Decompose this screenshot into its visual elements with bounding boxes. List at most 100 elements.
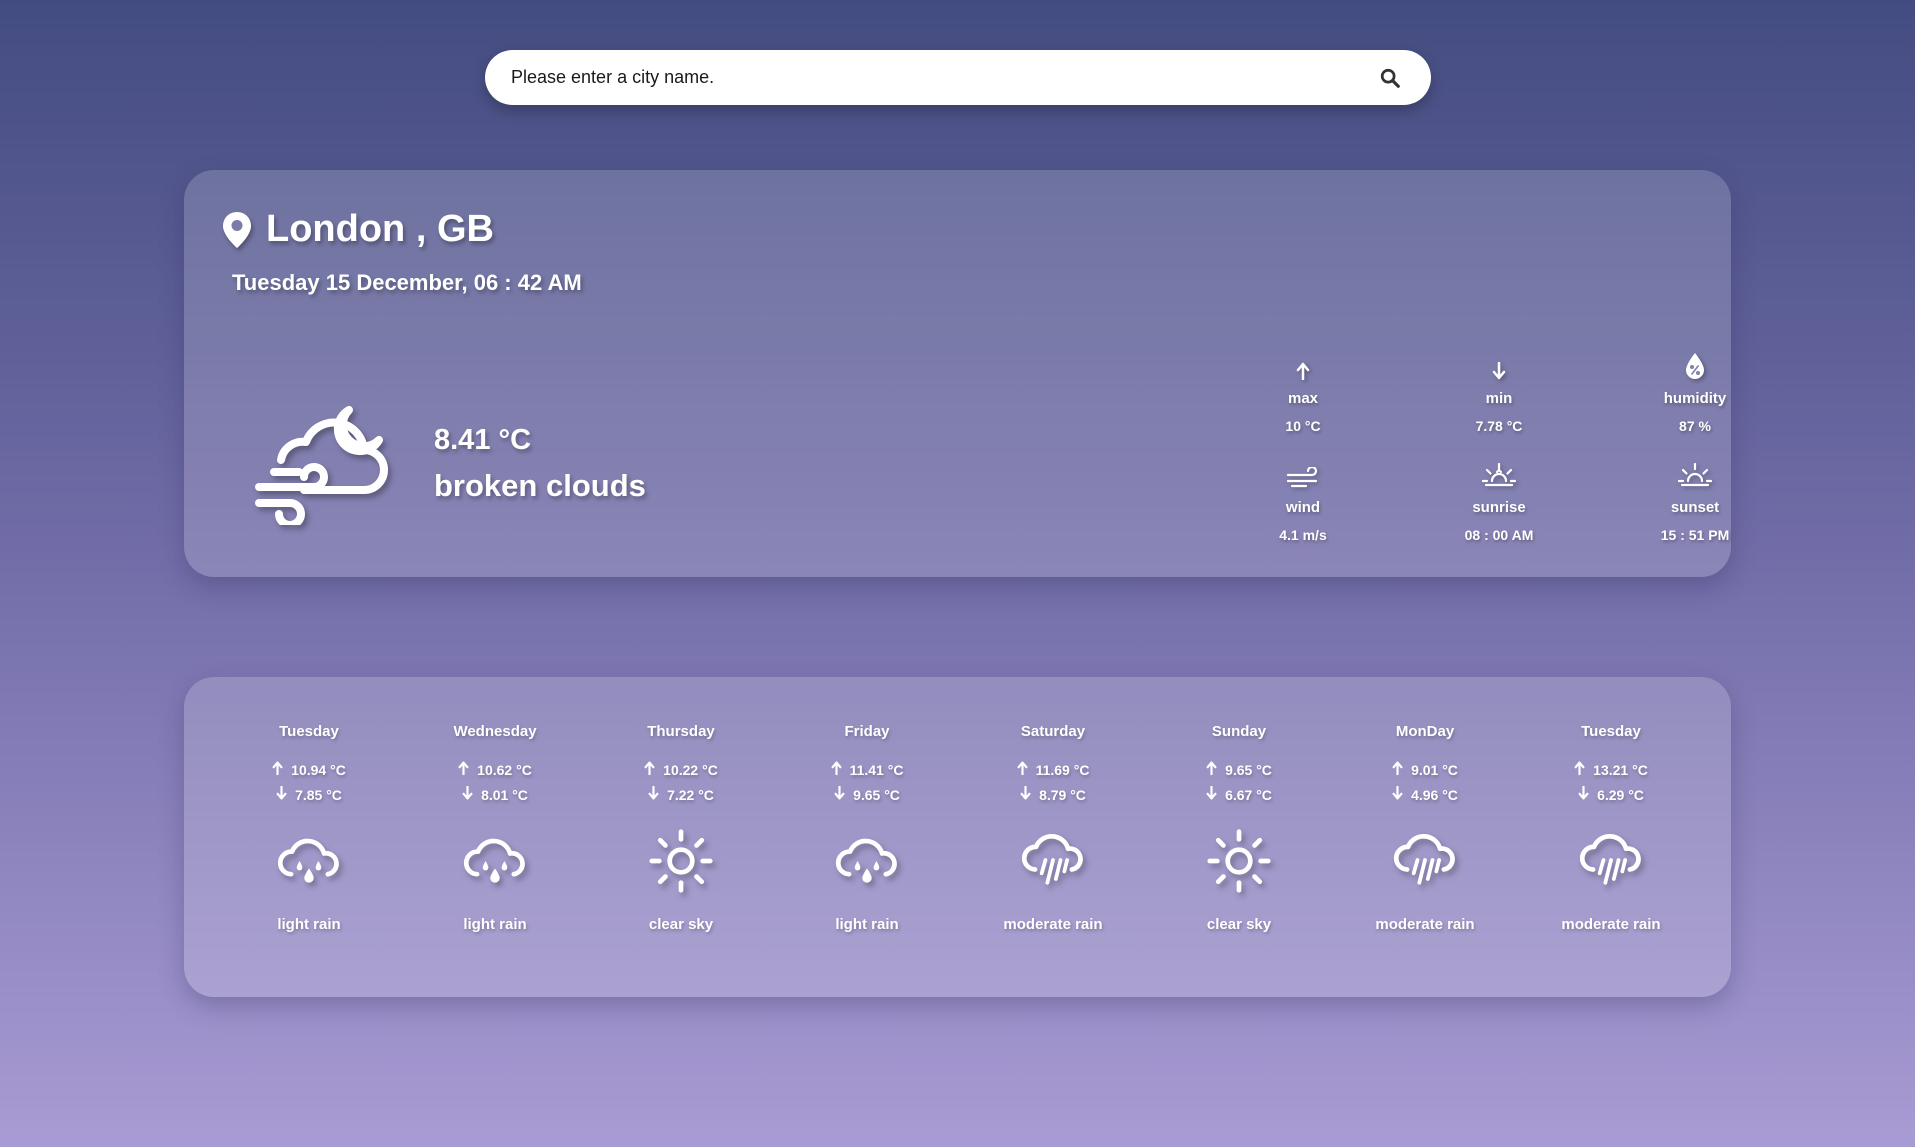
current-description: broken clouds <box>434 468 646 503</box>
arrow-up-icon <box>644 758 655 783</box>
forecast-max-value: 11.41 °C <box>849 762 904 778</box>
forecast-card: Tuesday 10.94 °C 7.85 °C light rain Wednesda… <box>184 677 1731 997</box>
arrow-up-icon <box>458 758 469 783</box>
stat-value: 7.78 °C <box>1475 418 1523 434</box>
stat-value: 4.1 m/s <box>1279 527 1327 543</box>
forecast-min-value: 4.96 °C <box>1411 787 1458 803</box>
forecast-max: 10.62 °C <box>402 758 588 783</box>
forecast-min: 8.79 °C <box>960 783 1146 808</box>
humidity-icon <box>1686 353 1704 379</box>
arrow-down-icon <box>648 783 659 808</box>
stat-sunset: sunset 15 : 51 PM <box>1597 459 1793 543</box>
stat-sunrise: sunrise 08 : 00 AM <box>1401 459 1597 543</box>
forecast-day: Wednesday 10.62 °C 8.01 °C light rain <box>402 723 588 933</box>
arrow-down-icon <box>1392 783 1403 808</box>
location-row: London , GB <box>222 208 494 251</box>
forecast-condition: moderate rain <box>1561 916 1661 933</box>
search-input[interactable] <box>511 67 1375 88</box>
light-rain-icon <box>774 826 960 896</box>
stat-value: 08 : 00 AM <box>1464 527 1534 543</box>
forecast-day: MonDay 9.01 °C 4.96 °C moderate rain <box>1332 723 1518 933</box>
forecast-max-value: 9.65 °C <box>1225 762 1272 778</box>
stat-min: min 7.78 °C <box>1401 350 1597 434</box>
moderate-rain-icon <box>960 826 1146 896</box>
moderate-rain-icon <box>1518 826 1704 896</box>
arrow-up-icon <box>1296 362 1310 380</box>
arrow-down-icon <box>1206 783 1217 808</box>
search-button[interactable] <box>1375 63 1405 93</box>
forecast-condition: moderate rain <box>1003 916 1103 933</box>
forecast-max-value: 13.21 °C <box>1593 762 1648 778</box>
forecast-condition: moderate rain <box>1375 916 1475 933</box>
forecast-condition: clear sky <box>1206 916 1272 933</box>
forecast-day-name: Friday <box>844 723 890 740</box>
forecast-min-value: 6.67 °C <box>1225 787 1272 803</box>
arrow-up-icon <box>831 758 842 783</box>
forecast-max-value: 9.01 °C <box>1411 762 1458 778</box>
forecast-min-value: 6.29 °C <box>1597 787 1644 803</box>
forecast-day: Friday 11.41 °C 9.65 °C light rain <box>774 723 960 933</box>
forecast-day-name: MonDay <box>1395 723 1455 740</box>
forecast-max: 9.65 °C <box>1146 758 1332 783</box>
forecast-day: Thursday 10.22 °C 7.22 °C clear sky <box>588 723 774 933</box>
arrow-down-icon <box>1492 362 1506 380</box>
light-rain-icon <box>216 826 402 896</box>
moderate-rain-icon <box>1332 826 1518 896</box>
stat-value: 15 : 51 PM <box>1660 527 1730 543</box>
forecast-day-name: Tuesday <box>1581 723 1641 740</box>
forecast-condition: light rain <box>835 916 899 933</box>
forecast-min-value: 9.65 °C <box>853 787 900 803</box>
forecast-max-value: 10.62 °C <box>477 762 532 778</box>
forecast-min-value: 8.01 °C <box>481 787 528 803</box>
forecast-day-name: Sunday <box>1211 723 1267 740</box>
forecast-day-name: Tuesday <box>279 723 339 740</box>
wind-icon <box>1286 467 1318 488</box>
forecast-condition: light rain <box>463 916 527 933</box>
arrow-up-icon <box>1574 758 1585 783</box>
arrow-up-icon <box>272 758 283 783</box>
stat-value: 87 % <box>1679 418 1711 434</box>
arrow-up-icon <box>1206 758 1217 783</box>
stat-value: 10 °C <box>1285 418 1321 434</box>
forecast-day-name: Saturday <box>1020 723 1086 740</box>
search-bar <box>485 50 1431 105</box>
clear-sky-icon <box>1146 826 1332 896</box>
clear-sky-icon <box>588 826 774 896</box>
forecast-min: 4.96 °C <box>1332 783 1518 808</box>
stat-label: max <box>1287 390 1319 407</box>
arrow-up-icon <box>1392 758 1403 783</box>
arrow-down-icon <box>276 783 287 808</box>
arrow-down-icon <box>834 783 845 808</box>
stat-label: sunrise <box>1472 499 1526 516</box>
forecast-min-value: 7.85 °C <box>295 787 342 803</box>
forecast-min-value: 8.79 °C <box>1039 787 1086 803</box>
forecast-min: 6.29 °C <box>1518 783 1704 808</box>
forecast-day: Saturday 11.69 °C 8.79 °C moderate rain <box>960 723 1146 933</box>
forecast-day: Tuesday 13.21 °C 6.29 °C moderate rain <box>1518 723 1704 933</box>
current-temperature: 8.41 °C <box>434 424 532 456</box>
forecast-max: 11.41 °C <box>774 758 960 783</box>
city-name: London , GB <box>266 208 494 250</box>
forecast-max: 10.94 °C <box>216 758 402 783</box>
forecast-max-value: 11.69 °C <box>1035 762 1090 778</box>
forecast-day-name: Wednesday <box>453 723 537 740</box>
forecast-max-value: 10.22 °C <box>663 762 718 778</box>
forecast-min: 9.65 °C <box>774 783 960 808</box>
stat-max: max 10 °C <box>1205 350 1401 434</box>
arrow-down-icon <box>462 783 473 808</box>
current-weather-card: London , GB Tuesday 15 December, 06 : 42… <box>184 170 1731 577</box>
arrow-down-icon <box>1020 783 1031 808</box>
stat-label: wind <box>1285 499 1321 516</box>
stat-label: sunset <box>1670 499 1720 516</box>
forecast-day-name: Thursday <box>647 723 715 740</box>
forecast-min: 6.67 °C <box>1146 783 1332 808</box>
forecast-condition: clear sky <box>648 916 714 933</box>
arrow-down-icon <box>1578 783 1589 808</box>
forecast-max-value: 10.94 °C <box>291 762 346 778</box>
location-pin-icon <box>223 211 251 248</box>
search-icon <box>1380 68 1400 88</box>
forecast-min: 7.22 °C <box>588 783 774 808</box>
stat-label: humidity <box>1663 390 1727 407</box>
forecast-day: Tuesday 10.94 °C 7.85 °C light rain <box>216 723 402 933</box>
sunrise-icon <box>1482 462 1516 487</box>
